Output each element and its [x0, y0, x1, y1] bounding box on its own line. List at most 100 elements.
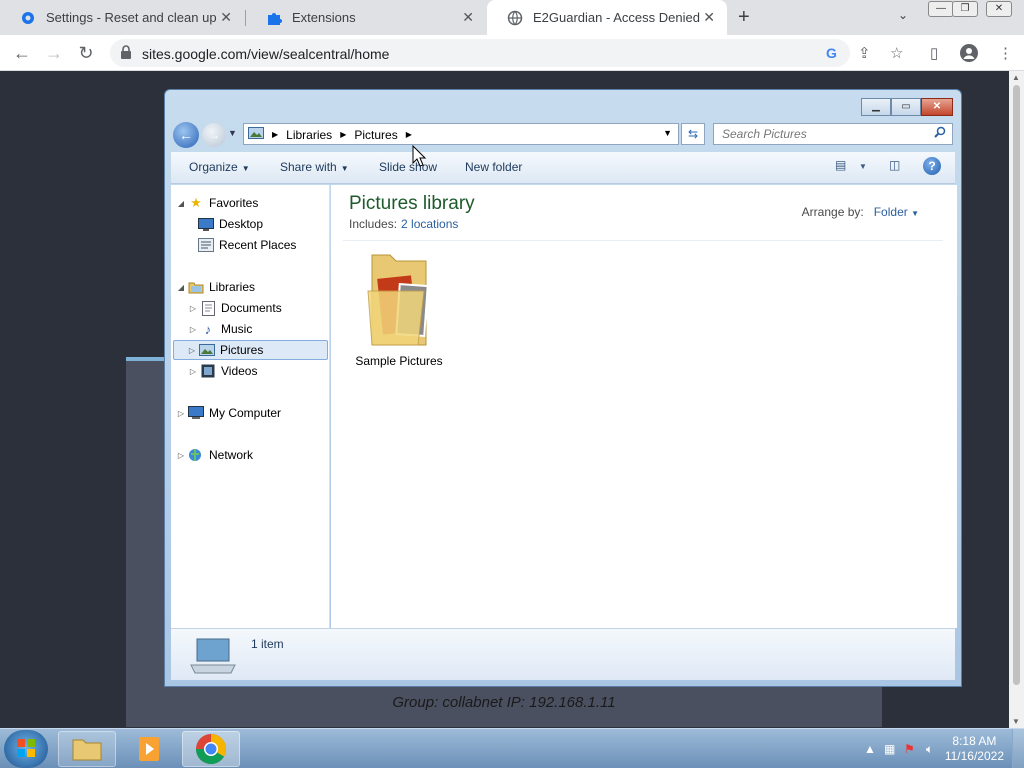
nav-network[interactable]: ▷ Network [175, 445, 253, 465]
address-bar[interactable]: sites.google.com/view/sealcentral/home G [110, 39, 850, 67]
media-player-icon [139, 737, 159, 761]
forward-arrow-icon[interactable]: → [202, 123, 226, 147]
taskbar-media-player[interactable] [120, 731, 178, 767]
tab-search-chevron-icon[interactable]: ⌄ [898, 8, 908, 22]
page-scrollbar[interactable]: ▲ ▼ [1009, 71, 1024, 728]
maximize-icon[interactable]: ▭ [891, 98, 921, 116]
slide-show-button[interactable]: Slide show [379, 160, 437, 174]
preview-pane-icon[interactable]: ◫ [889, 158, 900, 172]
collapsed-triangle-icon[interactable]: ▷ [186, 346, 198, 355]
tab-e2guardian[interactable]: E2Guardian - Access Denied ✕ [487, 0, 727, 35]
show-desktop-button[interactable] [1012, 729, 1024, 768]
collapsed-triangle-icon[interactable]: ▷ [175, 451, 187, 460]
lock-icon [120, 45, 132, 62]
collapsed-triangle-icon[interactable]: ▷ [187, 367, 199, 376]
explorer-window: ▁ ▭ ✕ ← → ▼ ▶ Libraries ▶ Pictures ▶ ▼ ⇆… [164, 89, 962, 687]
breadcrumb-arrow-icon[interactable]: ▶ [340, 130, 346, 139]
scroll-down-icon[interactable]: ▼ [1012, 717, 1020, 726]
nav-pictures[interactable]: ▷ Pictures [173, 340, 328, 360]
network-status-icon[interactable]: ▦ [884, 742, 895, 756]
taskbar-chrome[interactable] [182, 731, 240, 767]
group-ip-text: Group: collabnet IP: 192.168.1.11 [392, 694, 616, 711]
clock[interactable]: 8:18 AM 11/16/2022 [945, 734, 1004, 764]
nav-favorites[interactable]: ◢ ★ Favorites [175, 193, 258, 213]
close-icon[interactable]: ✕ [921, 98, 953, 116]
nav-desktop[interactable]: Desktop [197, 214, 263, 234]
minimize-icon[interactable]: — [928, 1, 954, 17]
help-icon[interactable]: ? [923, 157, 941, 175]
forward-arrow-icon[interactable]: → [42, 41, 66, 65]
nav-documents[interactable]: ▷ Documents [187, 298, 282, 318]
recent-pages-chevron-icon[interactable]: ▼ [228, 128, 237, 138]
profile-avatar-icon[interactable] [960, 44, 978, 66]
computer-icon [187, 405, 205, 421]
pictures-library-icon [248, 127, 264, 142]
back-arrow-icon[interactable]: ← [10, 41, 34, 65]
breadcrumb-libraries[interactable]: Libraries [286, 128, 332, 142]
breadcrumb-arrow-icon[interactable]: ▶ [406, 130, 412, 139]
search-icon[interactable] [934, 126, 946, 141]
new-folder-button[interactable]: New folder [465, 160, 522, 174]
folder-item[interactable]: Sample Pictures [351, 251, 447, 368]
expanded-triangle-icon[interactable]: ◢ [175, 283, 187, 292]
nav-label: Documents [221, 301, 282, 315]
google-icon[interactable]: G [826, 45, 837, 61]
organize-button[interactable]: Organize ▼ [189, 160, 250, 174]
tab-settings[interactable]: Settings - Reset and clean up ✕ [0, 0, 244, 35]
side-panel-icon[interactable]: ▯ [930, 44, 938, 62]
windows-logo-icon [17, 739, 35, 757]
divider [343, 240, 943, 241]
globe-icon [507, 10, 523, 26]
collapsed-triangle-icon[interactable]: ▷ [187, 325, 199, 334]
share-with-button[interactable]: Share with ▼ [280, 160, 349, 174]
address-breadcrumb[interactable]: ▶ Libraries ▶ Pictures ▶ ▼ [243, 123, 679, 145]
nav-videos[interactable]: ▷ Videos [187, 361, 258, 381]
show-hidden-icons-icon[interactable]: ▲ [864, 742, 876, 756]
close-tab-icon[interactable]: ✕ [462, 9, 474, 26]
refresh-icon[interactable]: ⇆ [681, 123, 705, 145]
bookmark-star-icon[interactable]: ☆ [890, 44, 903, 62]
action-center-icon[interactable]: ⚑ [904, 742, 915, 756]
restore-icon[interactable]: ❐ [952, 1, 978, 17]
expanded-triangle-icon[interactable]: ◢ [175, 199, 187, 208]
puzzle-icon [266, 10, 282, 26]
taskbar: ▲ ▦ ⚑ 🔈︎ 8:18 AM 11/16/2022 [0, 728, 1024, 768]
window-controls: ▁ ▭ ✕ [861, 98, 953, 116]
collapsed-triangle-icon[interactable]: ▷ [187, 304, 199, 313]
nav-label: Libraries [209, 280, 256, 294]
dropdown-caret-icon: ▼ [911, 209, 919, 218]
reload-icon[interactable]: ↻ [74, 41, 98, 65]
scroll-up-icon[interactable]: ▲ [1012, 73, 1020, 82]
browser-toolbar: ← → ↻ sites.google.com/view/sealcentral/… [0, 35, 1024, 71]
locations-link[interactable]: 2 locations [401, 217, 458, 231]
tab-label: Extensions [292, 10, 356, 25]
nav-libraries[interactable]: ◢ Libraries [175, 277, 255, 297]
minimize-icon[interactable]: ▁ [861, 98, 891, 116]
breadcrumb-pictures[interactable]: Pictures [354, 128, 397, 142]
volume-icon[interactable]: 🔈︎ [926, 742, 933, 757]
address-dropdown-icon[interactable]: ▼ [663, 128, 672, 138]
breadcrumb-arrow-icon[interactable]: ▶ [272, 130, 278, 139]
kebab-menu-icon[interactable]: ⋮ [998, 44, 1013, 62]
start-button[interactable] [4, 730, 48, 768]
view-dropdown-icon[interactable]: ▼ [859, 162, 867, 171]
nav-recent-places[interactable]: Recent Places [197, 235, 296, 255]
arrange-folder-dropdown[interactable]: Folder ▼ [874, 205, 919, 219]
back-arrow-icon[interactable]: ← [173, 122, 199, 148]
tab-label: E2Guardian - Access Denied [533, 10, 700, 25]
share-icon[interactable]: ⇪ [858, 44, 871, 62]
taskbar-explorer[interactable] [58, 731, 116, 767]
nav-my-computer[interactable]: ▷ My Computer [175, 403, 281, 423]
scrollbar-thumb[interactable] [1013, 85, 1020, 685]
close-tab-icon[interactable]: ✕ [220, 9, 232, 26]
close-tab-icon[interactable]: ✕ [703, 9, 715, 26]
content-pane: Pictures library Includes: 2 locations Ar… [331, 185, 957, 628]
change-view-icon[interactable]: ▤ [835, 158, 846, 172]
close-window-icon[interactable]: ✕ [986, 1, 1012, 17]
search-placeholder: Search Pictures [722, 127, 807, 141]
tab-extensions[interactable]: Extensions ✕ [246, 0, 486, 35]
collapsed-triangle-icon[interactable]: ▷ [175, 409, 187, 418]
new-tab-plus-icon[interactable]: + [738, 6, 750, 29]
nav-music[interactable]: ▷ ♪ Music [187, 319, 252, 339]
search-input[interactable]: Search Pictures [713, 123, 953, 145]
